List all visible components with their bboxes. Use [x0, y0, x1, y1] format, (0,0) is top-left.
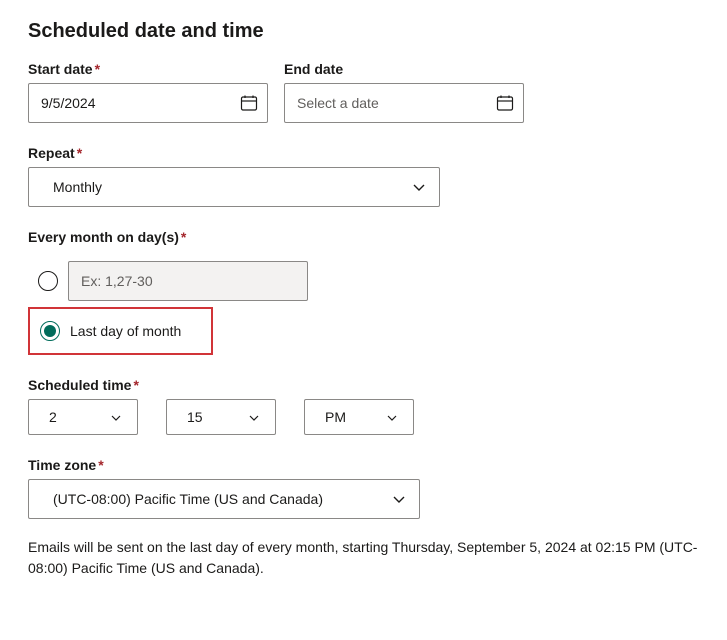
hour-select-wrap: 2 — [28, 399, 138, 435]
schedule-summary: Emails will be sent on the last day of e… — [28, 537, 699, 579]
end-date-field: End date — [284, 61, 524, 123]
hour-select[interactable]: 2 — [28, 399, 138, 435]
day-pattern-label: Every month on day(s)* — [28, 229, 699, 245]
timezone-select-wrap: (UTC-08:00) Pacific Time (US and Canada) — [28, 479, 420, 519]
required-asterisk: * — [181, 229, 186, 245]
timezone-label: Time zone* — [28, 457, 699, 473]
start-date-input[interactable] — [28, 83, 268, 123]
repeat-field: Repeat* Monthly — [28, 145, 699, 207]
time-row: 2 15 PM — [28, 399, 699, 435]
ampm-select[interactable]: PM — [304, 399, 414, 435]
required-asterisk: * — [95, 61, 100, 77]
required-asterisk: * — [77, 145, 82, 161]
repeat-label: Repeat* — [28, 145, 699, 161]
end-date-input[interactable] — [284, 83, 524, 123]
last-day-highlighted: Last day of month — [28, 307, 213, 355]
minute-select[interactable]: 15 — [166, 399, 276, 435]
last-day-radio-label[interactable]: Last day of month — [70, 323, 181, 339]
scheduled-time-field: Scheduled time* 2 15 PM — [28, 377, 699, 435]
day-pattern-field: Every month on day(s)* Last day of month — [28, 229, 699, 355]
end-date-input-wrap — [284, 83, 524, 123]
timezone-field: Time zone* (UTC-08:00) Pacific Time (US … — [28, 457, 699, 519]
start-date-field: Start date* — [28, 61, 268, 123]
last-day-radio[interactable] — [40, 321, 60, 341]
specific-days-radio-row — [28, 255, 699, 307]
end-date-label: End date — [284, 61, 524, 77]
day-pattern-radio-group: Last day of month — [28, 255, 699, 355]
radio-selected-dot — [44, 325, 56, 337]
specific-days-input[interactable] — [68, 261, 308, 301]
repeat-select-wrap: Monthly — [28, 167, 440, 207]
required-asterisk: * — [133, 377, 138, 393]
scheduled-time-label: Scheduled time* — [28, 377, 699, 393]
required-asterisk: * — [98, 457, 103, 473]
ampm-select-wrap: PM — [304, 399, 414, 435]
repeat-select[interactable]: Monthly — [28, 167, 440, 207]
section-title: Scheduled date and time — [28, 20, 699, 43]
minute-select-wrap: 15 — [166, 399, 276, 435]
start-date-label: Start date* — [28, 61, 268, 77]
timezone-select[interactable]: (UTC-08:00) Pacific Time (US and Canada) — [28, 479, 420, 519]
specific-days-radio[interactable] — [38, 271, 58, 291]
start-date-input-wrap — [28, 83, 268, 123]
